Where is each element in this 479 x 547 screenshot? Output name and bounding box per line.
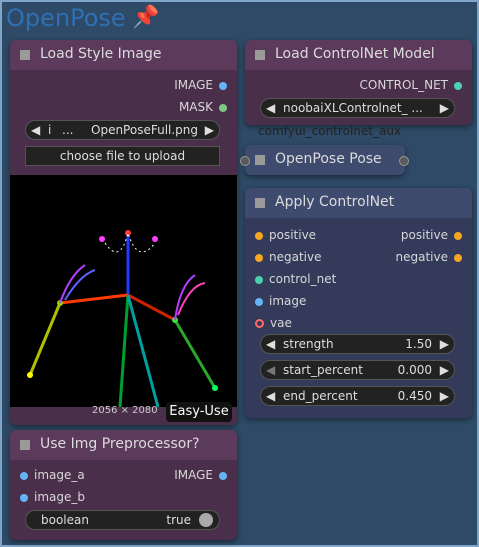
arrow-left-icon[interactable]: ◀ xyxy=(31,123,40,137)
socket-icon[interactable] xyxy=(219,471,227,480)
collapse-icon[interactable] xyxy=(255,50,265,60)
input-positive[interactable]: positive xyxy=(255,228,316,242)
socket-icon[interactable] xyxy=(454,253,462,262)
node-header[interactable]: OpenPose Pose xyxy=(245,145,405,175)
socket-icon[interactable] xyxy=(255,231,263,240)
collapse-icon[interactable] xyxy=(20,440,30,450)
input-control-net[interactable]: control_net xyxy=(255,272,336,286)
openpose-skeleton-image xyxy=(27,230,218,408)
node-header[interactable]: Apply ControlNet xyxy=(245,188,472,218)
socket-icon[interactable] xyxy=(454,81,462,90)
input-socket-icon[interactable] xyxy=(240,156,250,166)
socket-icon[interactable] xyxy=(255,319,264,328)
socket-icon[interactable] xyxy=(454,231,462,240)
image-file-select[interactable]: ◀ i ... OpenPoseFull.png ▶ xyxy=(25,120,220,140)
socket-icon[interactable] xyxy=(219,81,227,90)
input-image-a[interactable]: image_a xyxy=(20,468,85,482)
node-use-img-preprocessor[interactable]: Use Img Preprocessor? image_a IMAGE imag… xyxy=(10,430,237,540)
node-apply-controlnet[interactable]: Apply ControlNet positive positive negat… xyxy=(245,188,472,418)
collapse-icon[interactable] xyxy=(255,198,265,208)
output-positive[interactable]: positive xyxy=(401,228,462,242)
socket-icon[interactable] xyxy=(255,253,263,262)
node-header[interactable]: Load Style Image xyxy=(10,40,237,70)
node-title: Use Img Preprocessor? xyxy=(40,436,200,452)
start-percent-slider[interactable]: ◀ start_percent 0.000 ▶ xyxy=(260,360,455,380)
arrow-right-icon[interactable]: ▶ xyxy=(205,123,214,137)
arrow-right-icon[interactable]: ▶ xyxy=(440,363,449,377)
output-control-net[interactable]: CONTROL_NET xyxy=(360,78,462,92)
input-image[interactable]: image xyxy=(255,294,306,308)
socket-icon[interactable] xyxy=(219,103,227,112)
easy-use-badge: Easy-Use xyxy=(166,402,232,422)
node-openpose-pose[interactable]: OpenPose Pose xyxy=(240,145,409,175)
node-title: Apply ControlNet xyxy=(275,194,395,210)
node-header[interactable]: Use Img Preprocessor? xyxy=(10,430,237,460)
node-title: Load Style Image xyxy=(40,46,162,62)
node-subtitle: comfyui_controlnet_aux xyxy=(258,124,402,138)
arrow-left-icon[interactable]: ◀ xyxy=(266,363,275,377)
socket-icon[interactable] xyxy=(255,275,263,284)
arrow-left-icon[interactable]: ◀ xyxy=(266,337,275,351)
collapse-icon[interactable] xyxy=(20,50,30,60)
input-vae[interactable]: vae xyxy=(255,316,292,330)
arrow-left-icon[interactable]: ◀ xyxy=(266,101,275,115)
upload-button[interactable]: choose file to upload xyxy=(25,146,220,166)
socket-icon[interactable] xyxy=(255,297,263,306)
output-image[interactable]: IMAGE xyxy=(174,78,227,92)
boolean-toggle[interactable]: boolean true xyxy=(25,510,220,530)
node-load-controlnet[interactable]: Load ControlNet Model CONTROL_NET ◀ noob… xyxy=(245,40,472,125)
node-header[interactable]: Load ControlNet Model xyxy=(245,40,472,70)
controlnet-model-select[interactable]: ◀ noobaiXLControlnet_ ... ▶ xyxy=(260,98,455,118)
input-negative[interactable]: negative xyxy=(255,250,321,264)
arrow-right-icon[interactable]: ▶ xyxy=(440,337,449,351)
arrow-left-icon[interactable]: ◀ xyxy=(266,389,275,403)
image-preview xyxy=(10,175,237,408)
collapse-icon[interactable] xyxy=(255,155,265,165)
node-title: OpenPose Pose xyxy=(275,151,382,167)
socket-icon[interactable] xyxy=(20,493,28,502)
arrow-right-icon[interactable]: ▶ xyxy=(440,101,449,115)
node-load-style-image[interactable]: Load Style Image IMAGE MASK ◀ i ... Open… xyxy=(10,40,237,425)
end-percent-slider[interactable]: ◀ end_percent 0.450 ▶ xyxy=(260,386,455,406)
node-title: Load ControlNet Model xyxy=(275,46,435,62)
output-image[interactable]: IMAGE xyxy=(174,468,227,482)
image-size: 2056 × 2080 xyxy=(92,405,158,416)
output-mask[interactable]: MASK xyxy=(179,100,227,114)
arrow-right-icon[interactable]: ▶ xyxy=(440,389,449,403)
socket-icon[interactable] xyxy=(20,471,28,480)
output-negative[interactable]: negative xyxy=(396,250,462,264)
group-title[interactable]: OpenPose xyxy=(6,4,126,32)
pin-icon[interactable]: 📌 xyxy=(132,5,159,30)
toggle-knob-icon[interactable] xyxy=(199,513,213,527)
input-image-b[interactable]: image_b xyxy=(20,490,85,504)
strength-slider[interactable]: ◀ strength 1.50 ▶ xyxy=(260,334,455,354)
output-socket-icon[interactable] xyxy=(399,156,409,166)
